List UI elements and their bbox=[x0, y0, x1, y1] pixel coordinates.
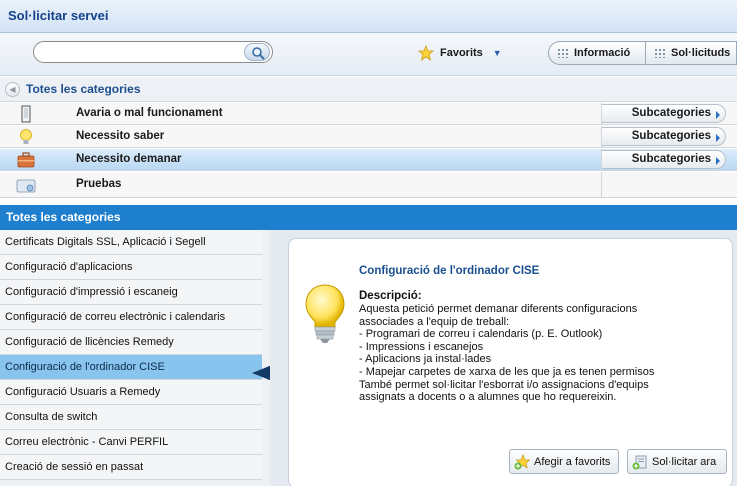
list-item[interactable]: Configuració d'impressió i escaneig bbox=[0, 280, 262, 305]
window-title: Sol·licitar servei bbox=[0, 0, 737, 33]
list-item[interactable]: Creació de sessió en passat bbox=[0, 455, 262, 480]
description-label: Descripció: bbox=[359, 290, 422, 302]
category-row[interactable]: Pruebas bbox=[0, 172, 737, 198]
category-breadcrumb: ◀ Totes les categories bbox=[0, 77, 737, 102]
chevron-right-icon bbox=[716, 134, 720, 142]
star-icon bbox=[418, 45, 434, 61]
info-tab[interactable]: Informació bbox=[548, 41, 646, 65]
lightbulb-icon bbox=[20, 129, 32, 144]
category-breadcrumb-label[interactable]: Totes les categories bbox=[26, 82, 141, 96]
category-row[interactable]: Avaria o mal funcionament Subcategories bbox=[0, 103, 737, 125]
request-icon bbox=[632, 455, 647, 469]
search-icon bbox=[252, 47, 265, 60]
list-item[interactable]: Configuració de correu electrònic i cale… bbox=[0, 305, 262, 330]
request-now-label: Sol·licitar ara bbox=[652, 455, 717, 468]
subcategories-button[interactable]: Subcategories bbox=[602, 150, 726, 169]
add-favorite-icon bbox=[514, 453, 530, 469]
detail-panel: Configuració de l'ordinador CISE Descrip… bbox=[288, 238, 733, 486]
chevron-right-icon bbox=[716, 157, 720, 165]
lightbulb-icon bbox=[305, 284, 345, 343]
toolbar: Favorits ▼ Informació Sol·licituds bbox=[0, 33, 737, 76]
folder-icon bbox=[16, 179, 36, 193]
category-row-selected[interactable]: Necessito demanar Subcategories bbox=[0, 149, 737, 171]
favorites-menu[interactable]: Favorits ▼ bbox=[418, 45, 502, 61]
category-label: Pruebas bbox=[76, 178, 122, 190]
requests-tab-label: Sol·licituds bbox=[671, 47, 731, 59]
detail-area: Configuració de l'ordinador CISE Descrip… bbox=[270, 230, 737, 486]
subcategories-button[interactable]: Subcategories bbox=[602, 104, 726, 123]
list-item[interactable]: Configuració Usuaris a Remedy bbox=[0, 380, 262, 405]
chevron-down-icon: ▼ bbox=[492, 48, 502, 58]
add-to-favorites-label: Afegir a favorits bbox=[534, 455, 611, 468]
grid-icon bbox=[654, 48, 666, 58]
list-item-active[interactable]: Configuració de l'ordinador CISE bbox=[0, 355, 262, 380]
description-text: Aquesta petició permet demanar diferents… bbox=[359, 303, 655, 404]
search-button[interactable] bbox=[244, 43, 270, 61]
chevron-left-icon: ◀ bbox=[9, 85, 16, 94]
subcategories-button[interactable]: Subcategories bbox=[602, 127, 726, 146]
device-icon bbox=[21, 105, 31, 123]
category-list: Certificats Digitals SSL, Aplicació i Se… bbox=[0, 230, 282, 486]
list-item[interactable]: Configuració d'aplicacions bbox=[0, 255, 262, 280]
favorites-label: Favorits bbox=[440, 47, 483, 59]
detail-title: Configuració de l'ordinador CISE bbox=[359, 265, 540, 277]
info-tab-label: Informació bbox=[574, 47, 631, 59]
briefcase-icon bbox=[17, 152, 35, 168]
request-now-button[interactable]: Sol·licitar ara bbox=[627, 449, 727, 474]
category-label: Avaria o mal funcionament bbox=[76, 107, 223, 119]
list-item[interactable]: Configuració de llicències Remedy bbox=[0, 330, 262, 355]
add-to-favorites-button[interactable]: Afegir a favorits bbox=[509, 449, 619, 474]
search-input[interactable] bbox=[33, 41, 273, 63]
grid-icon bbox=[557, 48, 569, 58]
category-row[interactable]: Necessito saber Subcategories bbox=[0, 126, 737, 148]
list-item[interactable]: Consulta de switch bbox=[0, 405, 262, 430]
list-item[interactable]: Certificats Digitals SSL, Aplicació i Se… bbox=[0, 230, 262, 255]
back-button[interactable]: ◀ bbox=[5, 82, 20, 97]
category-label: Necessito saber bbox=[76, 130, 165, 142]
category-label: Necessito demanar bbox=[76, 153, 182, 165]
list-item[interactable]: Correu electrònic - Canvi PERFIL bbox=[0, 430, 262, 455]
chevron-right-icon bbox=[716, 111, 720, 119]
requests-tab[interactable]: Sol·licituds bbox=[646, 41, 737, 65]
list-header: Totes les categories bbox=[0, 205, 737, 230]
